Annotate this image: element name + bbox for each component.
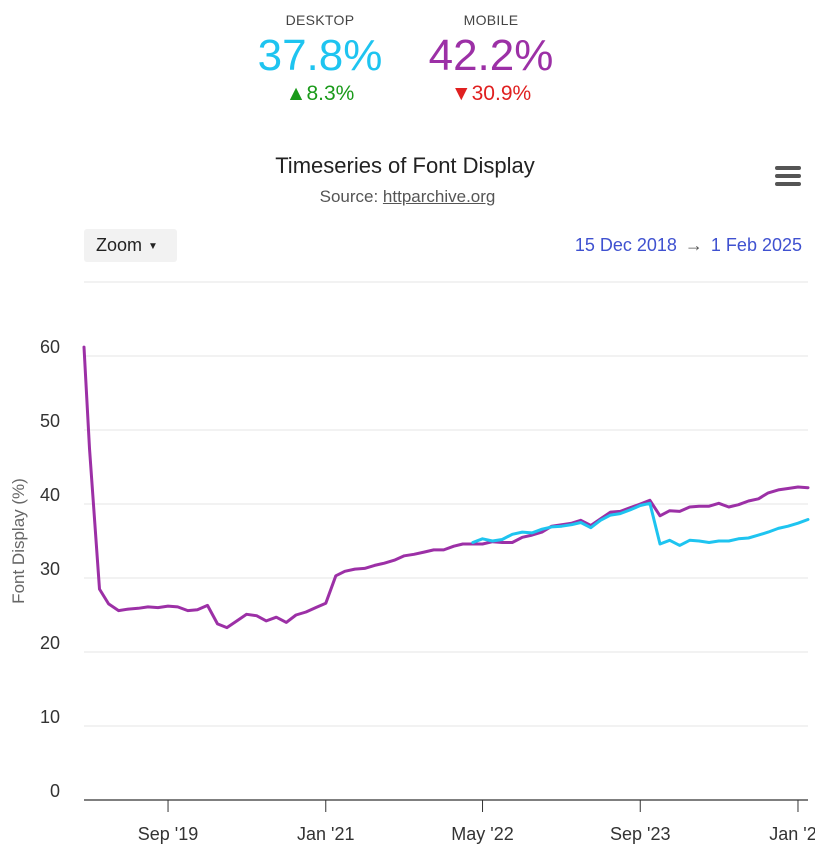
- x-tick-label: Jan '21: [297, 824, 354, 844]
- series-line-mobile: [82, 345, 810, 630]
- y-tick-label: 50: [40, 411, 60, 431]
- y-tick-label: 40: [40, 485, 60, 505]
- y-tick-label: 10: [40, 707, 60, 727]
- x-tick-label: Sep '23: [610, 824, 671, 844]
- x-tick-label: Sep '19: [138, 824, 199, 844]
- y-tick-label: 30: [40, 559, 60, 579]
- series-line-desktop: [471, 501, 810, 547]
- y-tick-label: 20: [40, 633, 60, 653]
- x-tick-label: May '22: [451, 824, 513, 844]
- x-tick-label: Jan '25: [769, 824, 815, 844]
- y-tick-label: 0: [50, 781, 60, 801]
- chart-plot: 0 10 20 30 40 50 60 Font Display (%) Sep '19 Jan …: [9, 281, 815, 844]
- y-axis-title: Font Display (%): [9, 478, 28, 604]
- y-tick-label: 60: [40, 337, 60, 357]
